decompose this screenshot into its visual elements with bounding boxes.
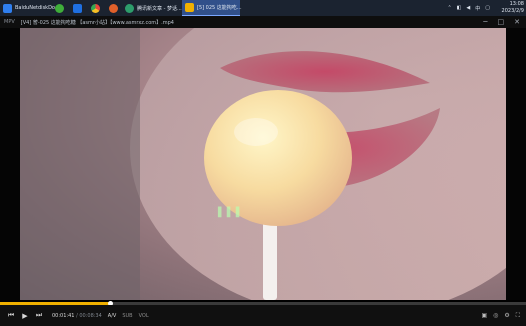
chevron-up-icon[interactable]: ⌃	[447, 5, 451, 11]
file-title: [V4] 蒈-025 这能掏吃糖 【asmr小站】【www.asmrxz.com…	[20, 19, 174, 26]
player-title-bar: MPV [V4] 蒈-025 这能掏吃糖 【asmr小站】【www.asmrxz…	[0, 16, 526, 28]
subtitle-toggle[interactable]: SUB	[122, 313, 132, 319]
control-bar: ⏮ ▶ ⏭ 00:01:41 / 00:08:34 A/V SUB VOL ▣ …	[0, 305, 526, 326]
maximize-icon[interactable]: □	[498, 18, 505, 26]
playlist-icon[interactable]: ▣	[481, 312, 487, 319]
taskbar-item-label: [5] 025 这能掏吃...	[197, 5, 242, 11]
settings-icon[interactable]: ⚙	[504, 312, 509, 319]
volume-icon[interactable]: ◀	[466, 5, 470, 11]
right-controls: ▣ ◎ ⚙ ⛶	[481, 305, 520, 326]
minimize-icon[interactable]: ─	[483, 18, 487, 26]
notification-icon[interactable]: ▢	[485, 5, 490, 11]
player-brand: MPV	[4, 19, 15, 25]
loop-icon[interactable]: ◎	[493, 312, 498, 319]
network-icon[interactable]: ◧	[457, 5, 462, 11]
app-icon	[72, 3, 82, 13]
taskbar-item-baidu-netdisk[interactable]: BaiduNetdiskDo...	[0, 0, 60, 16]
av-toggle[interactable]: A/V	[108, 313, 117, 319]
volume-toggle[interactable]: VOL	[139, 313, 149, 319]
video-frame-image	[20, 28, 506, 300]
taskbar-item-firefox[interactable]	[104, 0, 122, 16]
input-method-indicator[interactable]: 中	[475, 5, 480, 12]
taskbar-item-app[interactable]	[68, 0, 86, 16]
taskbar: BaiduNetdiskDo... 腾讯新文章 - 梦话... [5] 025 …	[0, 0, 526, 16]
taskbar-item-chrome[interactable]	[86, 0, 104, 16]
baidu-netdisk-icon	[3, 3, 12, 13]
window-buttons: ─ □ ✕	[483, 16, 520, 28]
clock-time: 13:08	[509, 1, 524, 7]
letterbox-right	[506, 28, 526, 300]
taskbar-item-wechat[interactable]	[50, 0, 68, 16]
video-frame[interactable]: ▌▌▌	[20, 28, 506, 300]
close-icon[interactable]: ✕	[514, 18, 520, 26]
clock-date: 2023/2/9	[501, 8, 524, 14]
letterbox-left	[0, 28, 20, 300]
clock[interactable]: 13:08 2023/2/9	[502, 1, 524, 15]
taskbar-item-player[interactable]: [5] 025 这能掏吃...	[182, 0, 242, 16]
candy-highlight	[234, 118, 278, 146]
taskbar-item-label: 腾讯新文章 - 梦话...	[137, 5, 182, 12]
play-icon[interactable]: ▶	[18, 309, 32, 323]
fullscreen-icon[interactable]: ⛶	[516, 312, 520, 320]
playback-time: 00:01:41 / 00:08:34	[52, 313, 102, 319]
edge-icon	[125, 3, 134, 13]
system-tray: ⌃ ◧ ◀ 中 ▢	[447, 0, 490, 16]
media-player-icon	[185, 3, 194, 12]
wechat-icon	[54, 3, 64, 13]
current-time: 00:01:41	[52, 312, 75, 319]
firefox-icon	[108, 3, 118, 13]
previous-icon[interactable]: ⏮	[4, 309, 18, 323]
chrome-icon	[90, 3, 100, 13]
taskbar-item-browser[interactable]: 腾讯新文章 - 梦话...	[122, 0, 182, 16]
background-shadow	[20, 28, 140, 300]
total-time: / 00:08:34	[76, 312, 102, 319]
lollipop-candy	[204, 90, 352, 226]
next-icon[interactable]: ⏭	[32, 309, 46, 323]
video-watermark: ▌▌▌	[218, 208, 245, 218]
